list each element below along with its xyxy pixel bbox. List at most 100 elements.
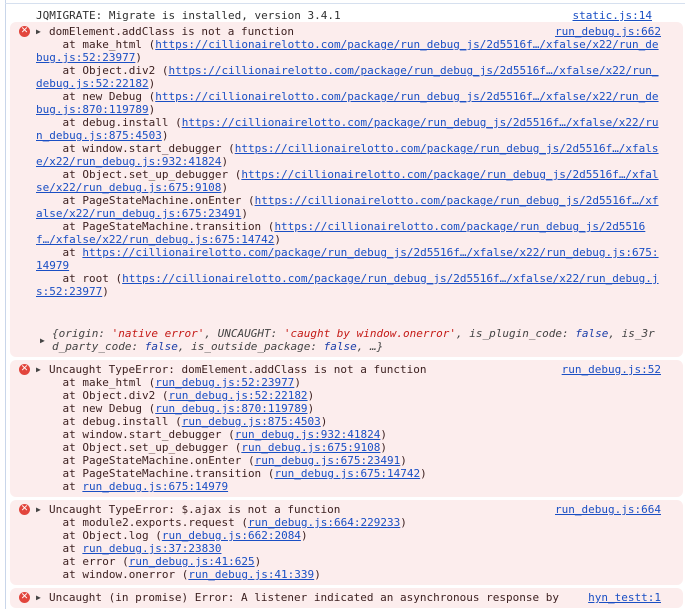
stack-frame: at Object.log (run_debug.js:662:2084) bbox=[36, 529, 308, 542]
source-link[interactable]: run_debug.js:52 bbox=[562, 363, 661, 376]
console-error-message: ✕ run_debug.js:664 ▶ Uncaught TypeError: $.… bbox=[10, 500, 683, 585]
stack-frame: at Object.set_up_debugger (run_debug.js:… bbox=[36, 441, 388, 454]
source-link[interactable]: run_debug.js:664 bbox=[555, 503, 661, 516]
stack-frame-link[interactable]: run_debug.js:932:41824 bbox=[235, 428, 381, 441]
source-link[interactable]: run_debug.js:662 bbox=[555, 25, 661, 38]
error-header: hyn_testt:1 ▶ Uncaught (in promise) Error:… bbox=[36, 591, 661, 604]
stack-function: PageStateMachine.onEnter bbox=[82, 194, 242, 207]
stack-function: Object.div2 bbox=[82, 64, 156, 77]
stack-frame-link[interactable]: run_debug.js:664:229233 bbox=[248, 516, 400, 529]
error-icon: ✕ bbox=[19, 592, 30, 603]
info-message-text: JQMIGRATE: Migrate is installed, version… bbox=[36, 9, 341, 22]
stack-frame: at PageStateMachine.transition (https://… bbox=[36, 220, 646, 246]
stack-function: PageStateMachine.transition bbox=[82, 220, 262, 233]
stack-frame-link[interactable]: run_debug.js:662:2084 bbox=[162, 529, 301, 542]
stack-frame-link[interactable]: run_debug.js:675:23491 bbox=[255, 454, 401, 467]
stack-frame: at new Debug (run_debug.js:870:119789) bbox=[36, 402, 315, 415]
object-key: is_outside_package bbox=[191, 340, 311, 353]
source-link[interactable]: hyn_testt:1 bbox=[588, 591, 661, 604]
stack-function: Object.log bbox=[82, 529, 149, 542]
stack-frame: at make_html (run_debug.js:52:23977) bbox=[36, 376, 301, 389]
error-icon: ✕ bbox=[19, 26, 30, 37]
stack-frame: at make_html (https://cillionairelotto.c… bbox=[36, 38, 659, 64]
stack-frame: at window.start_debugger (run_debug.js:9… bbox=[36, 428, 388, 441]
expand-triangle-icon[interactable]: ▶ bbox=[36, 503, 49, 516]
stack-function: root bbox=[82, 272, 109, 285]
stack-frame-link[interactable]: run_debug.js:52:23977 bbox=[155, 376, 294, 389]
stack-function: Object.div2 bbox=[82, 389, 156, 402]
stack-function: Object.set_up_debugger bbox=[82, 168, 229, 181]
stack-frame: at PageStateMachine.onEnter (https://cil… bbox=[36, 194, 659, 220]
stack-frame: at debug.install (https://cillionairelot… bbox=[36, 116, 659, 142]
stack-frame: at PageStateMachine.onEnter (run_debug.j… bbox=[36, 454, 407, 467]
stack-frame-link[interactable]: https://cillionairelotto.com/package/run… bbox=[36, 272, 659, 298]
stack-function: window.onerror bbox=[82, 568, 176, 581]
console-error-message: ✕ hyn_testt:1 ▶ Uncaught (in promise) Error… bbox=[10, 588, 683, 608]
error-body: run_debug.js:664 ▶ Uncaught TypeError: $.a… bbox=[36, 503, 661, 581]
error-body: run_debug.js:52 ▶ Uncaught TypeError: domE… bbox=[36, 363, 661, 493]
error-icon: ✕ bbox=[19, 364, 30, 375]
stack-function: error bbox=[82, 555, 116, 568]
stack-frame-link[interactable]: run_debug.js:675:14979 bbox=[82, 480, 228, 493]
stack-frame: at window.onerror (run_debug.js:41:339) bbox=[36, 568, 321, 581]
stack-frame-link[interactable]: run_debug.js:41:339 bbox=[188, 568, 314, 581]
stack-frame: at module2.exports.request (run_debug.js… bbox=[36, 516, 407, 529]
stack-function: new Debug bbox=[82, 402, 142, 415]
stack-frame-link[interactable]: run_debug.js:870:119789 bbox=[155, 402, 307, 415]
expand-triangle-icon[interactable]: ▶ bbox=[36, 363, 49, 376]
object-key: UNCAUGHT bbox=[217, 327, 271, 340]
stack-frame: at window.start_debugger (https://cillio… bbox=[36, 142, 659, 168]
console-info-message: JQMIGRATE: Migrate is installed, version… bbox=[10, 0, 683, 22]
console-messages: JQMIGRATE: Migrate is installed, version… bbox=[10, 0, 683, 611]
stack-frame-link[interactable]: run_debug.js:675:9108 bbox=[241, 441, 380, 454]
stack-frame: at Object.set_up_debugger (https://cilli… bbox=[36, 168, 659, 194]
object-value: 'caught by window.onerror' bbox=[283, 327, 457, 340]
expand-triangle-icon[interactable]: ▶ bbox=[36, 591, 49, 604]
source-link[interactable]: static.js:14 bbox=[573, 9, 652, 22]
stack-function: new Debug bbox=[82, 90, 142, 103]
stack-function: PageStateMachine.onEnter bbox=[82, 454, 242, 467]
stack-frame: at run_debug.js:37:23830 bbox=[36, 542, 222, 555]
stack-frame-link[interactable]: run_debug.js:41:625 bbox=[129, 555, 255, 568]
error-header: run_debug.js:662 ▶ domElement.addClass is … bbox=[36, 25, 661, 38]
stack-frame-link[interactable]: run_debug.js:675:14742 bbox=[274, 467, 420, 480]
expand-triangle-icon[interactable]: ▶ bbox=[36, 25, 49, 38]
stack-frame: at PageStateMachine.transition (run_debu… bbox=[36, 467, 427, 480]
expand-triangle-icon[interactable]: ▶ bbox=[40, 334, 45, 347]
stack-frame: at Object.div2 (https://cillionairelotto… bbox=[36, 64, 659, 90]
stack-frame: at run_debug.js:675:14979 bbox=[36, 480, 229, 493]
stack-function: debug.install bbox=[82, 415, 169, 428]
object-value: false bbox=[144, 340, 178, 353]
object-value: false bbox=[575, 327, 609, 340]
object-value: 'native error' bbox=[111, 327, 205, 340]
stack-function: window.start_debugger bbox=[82, 142, 222, 155]
stack-function: window.start_debugger bbox=[82, 428, 222, 441]
error-body: run_debug.js:662 ▶ domElement.addClass is … bbox=[36, 25, 661, 298]
error-message: domElement.addClass is not a function bbox=[49, 25, 295, 38]
stack-frame-link[interactable]: run_debug.js:52:22182 bbox=[168, 389, 307, 402]
stack-frame: at root (https://cillionairelotto.com/pa… bbox=[36, 272, 659, 298]
error-details-object[interactable]: ▶ {origin: 'native error', UNCAUGHT: 'cau… bbox=[40, 327, 661, 353]
stack-frame: at debug.install (run_debug.js:875:4503) bbox=[36, 415, 328, 428]
stack-function: Object.set_up_debugger bbox=[82, 441, 229, 454]
error-header: run_debug.js:664 ▶ Uncaught TypeError: $.a… bbox=[36, 503, 661, 516]
stack-function: make_html bbox=[82, 38, 142, 51]
object-value: false bbox=[323, 340, 357, 353]
error-header: run_debug.js:52 ▶ Uncaught TypeError: domE… bbox=[36, 363, 661, 376]
stack-frame: at Object.div2 (run_debug.js:52:22182) bbox=[36, 389, 315, 402]
console-left-border bbox=[5, 0, 6, 609]
stack-function: make_html bbox=[82, 376, 142, 389]
stack-frame-link[interactable]: run_debug.js:37:23830 bbox=[82, 542, 221, 555]
stack-frame: at error (run_debug.js:41:625) bbox=[36, 555, 262, 568]
stack-frame-link[interactable]: https://cillionairelotto.com/package/run… bbox=[36, 246, 659, 272]
stack-frame: at https://cillionairelotto.com/package/… bbox=[36, 246, 659, 272]
stack-frame-link[interactable]: run_debug.js:875:4503 bbox=[182, 415, 321, 428]
stack-frame: at new Debug (https://cillionairelotto.c… bbox=[36, 90, 659, 116]
error-message: Uncaught (in promise) Error: A listener … bbox=[49, 591, 559, 604]
object-key: is_plugin_code bbox=[469, 327, 562, 340]
console-error-message: ✕ run_debug.js:52 ▶ Uncaught TypeError: dom… bbox=[10, 360, 683, 497]
error-body: hyn_testt:1 ▶ Uncaught (in promise) Error:… bbox=[36, 591, 661, 604]
console-error-message: ✕ run_debug.js:662 ▶ domElement.addClass is… bbox=[10, 22, 683, 357]
stack-function: PageStateMachine.transition bbox=[82, 467, 262, 480]
error-message: Uncaught TypeError: $.ajax is not a func… bbox=[49, 503, 341, 516]
